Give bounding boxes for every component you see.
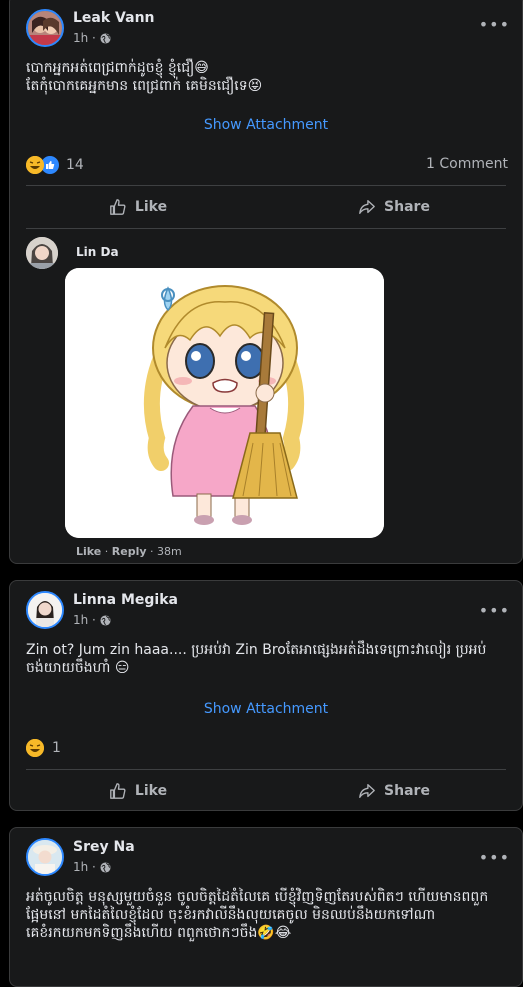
like-label: Like [134, 783, 168, 799]
sticker-image[interactable] [65, 268, 384, 538]
more-icon[interactable]: ••• [479, 848, 510, 867]
action-bar: Like Share [10, 190, 522, 224]
time-label: 1h · [73, 860, 96, 874]
post-header: Leak Vann 1h · [26, 9, 155, 47]
reactions-summary[interactable]: 1 [26, 739, 61, 757]
like-button[interactable]: Like [10, 774, 266, 808]
show-attachment-link[interactable]: Show Attachment [10, 117, 522, 133]
comment-reply-button[interactable]: Reply [112, 545, 147, 558]
post-time: 1h · [73, 612, 178, 628]
comment-avatar[interactable] [26, 237, 58, 269]
post-card: Srey Na 1h · ••• អត់ចូលចិត្ត មនុស្សមួយចំ… [9, 827, 523, 987]
share-button[interactable]: Share [266, 190, 522, 224]
avatar[interactable] [26, 838, 64, 876]
share-button[interactable]: Share [266, 774, 522, 808]
post-text: អត់ចូលចិត្ត មនុស្សមួយចំនួន ចូលចិត្តដៃតំល… [26, 889, 489, 941]
divider [26, 228, 506, 229]
like-label: Like [134, 199, 168, 215]
share-icon [359, 200, 375, 214]
haha-emoji-icon [26, 739, 44, 757]
author-name[interactable]: Srey Na [73, 838, 135, 856]
share-label: Share [384, 783, 430, 799]
post-card: Linna Megika 1h · ••• Zin ot? Jum zin ha… [9, 580, 523, 811]
author-name[interactable]: Leak Vann [73, 9, 155, 27]
post-card: Leak Vann 1h · ••• បោកអ្នកអត់ពេជ្រពាក់ដូ… [9, 0, 523, 564]
reaction-count: 1 [52, 740, 61, 756]
avatar[interactable] [26, 9, 64, 47]
share-label: Share [384, 199, 430, 215]
divider [26, 769, 506, 770]
more-icon[interactable]: ••• [479, 15, 510, 34]
post-text: Zin ot? Jum zin haaa.... ប្រអប់វា Zin Br… [26, 642, 487, 676]
time-label: 1h · [73, 613, 96, 627]
globe-icon [100, 614, 111, 626]
reactions-summary[interactable]: 14 [26, 155, 84, 175]
globe-icon [100, 861, 111, 873]
thumbs-up-icon [110, 199, 126, 215]
more-icon[interactable]: ••• [479, 601, 510, 620]
show-attachment-link[interactable]: Show Attachment [10, 701, 522, 717]
avatar[interactable] [26, 591, 64, 629]
like-button[interactable]: Like [10, 190, 266, 224]
comment-actions: Like · Reply · 38m [76, 545, 182, 558]
share-icon [359, 784, 375, 798]
author-name[interactable]: Linna Megika [73, 591, 178, 609]
thumbs-up-icon [110, 783, 126, 799]
post-header: Srey Na 1h · [26, 838, 135, 876]
comment-like-button[interactable]: Like [76, 545, 101, 558]
divider [26, 185, 506, 186]
post-header: Linna Megika 1h · [26, 591, 178, 629]
haha-emoji-icon [26, 156, 44, 174]
crying-girl-sticker [65, 268, 384, 538]
post-time: 1h · [73, 30, 155, 46]
post-text: បោកអ្នកអត់ពេជ្រពាក់ដូចខ្ញុំ ខ្ញុំជឿ😅 តែក… [26, 60, 263, 94]
post-time: 1h · [73, 859, 135, 875]
comment-count[interactable]: 1 Comment [426, 156, 508, 172]
reaction-count: 14 [66, 157, 84, 173]
action-bar: Like Share [10, 774, 522, 808]
separator: · [104, 545, 109, 558]
comment-author-name[interactable]: Lin Da [76, 245, 119, 259]
globe-icon [100, 32, 111, 44]
time-label: 1h · [73, 31, 96, 45]
comment-time: · 38m [150, 545, 182, 558]
